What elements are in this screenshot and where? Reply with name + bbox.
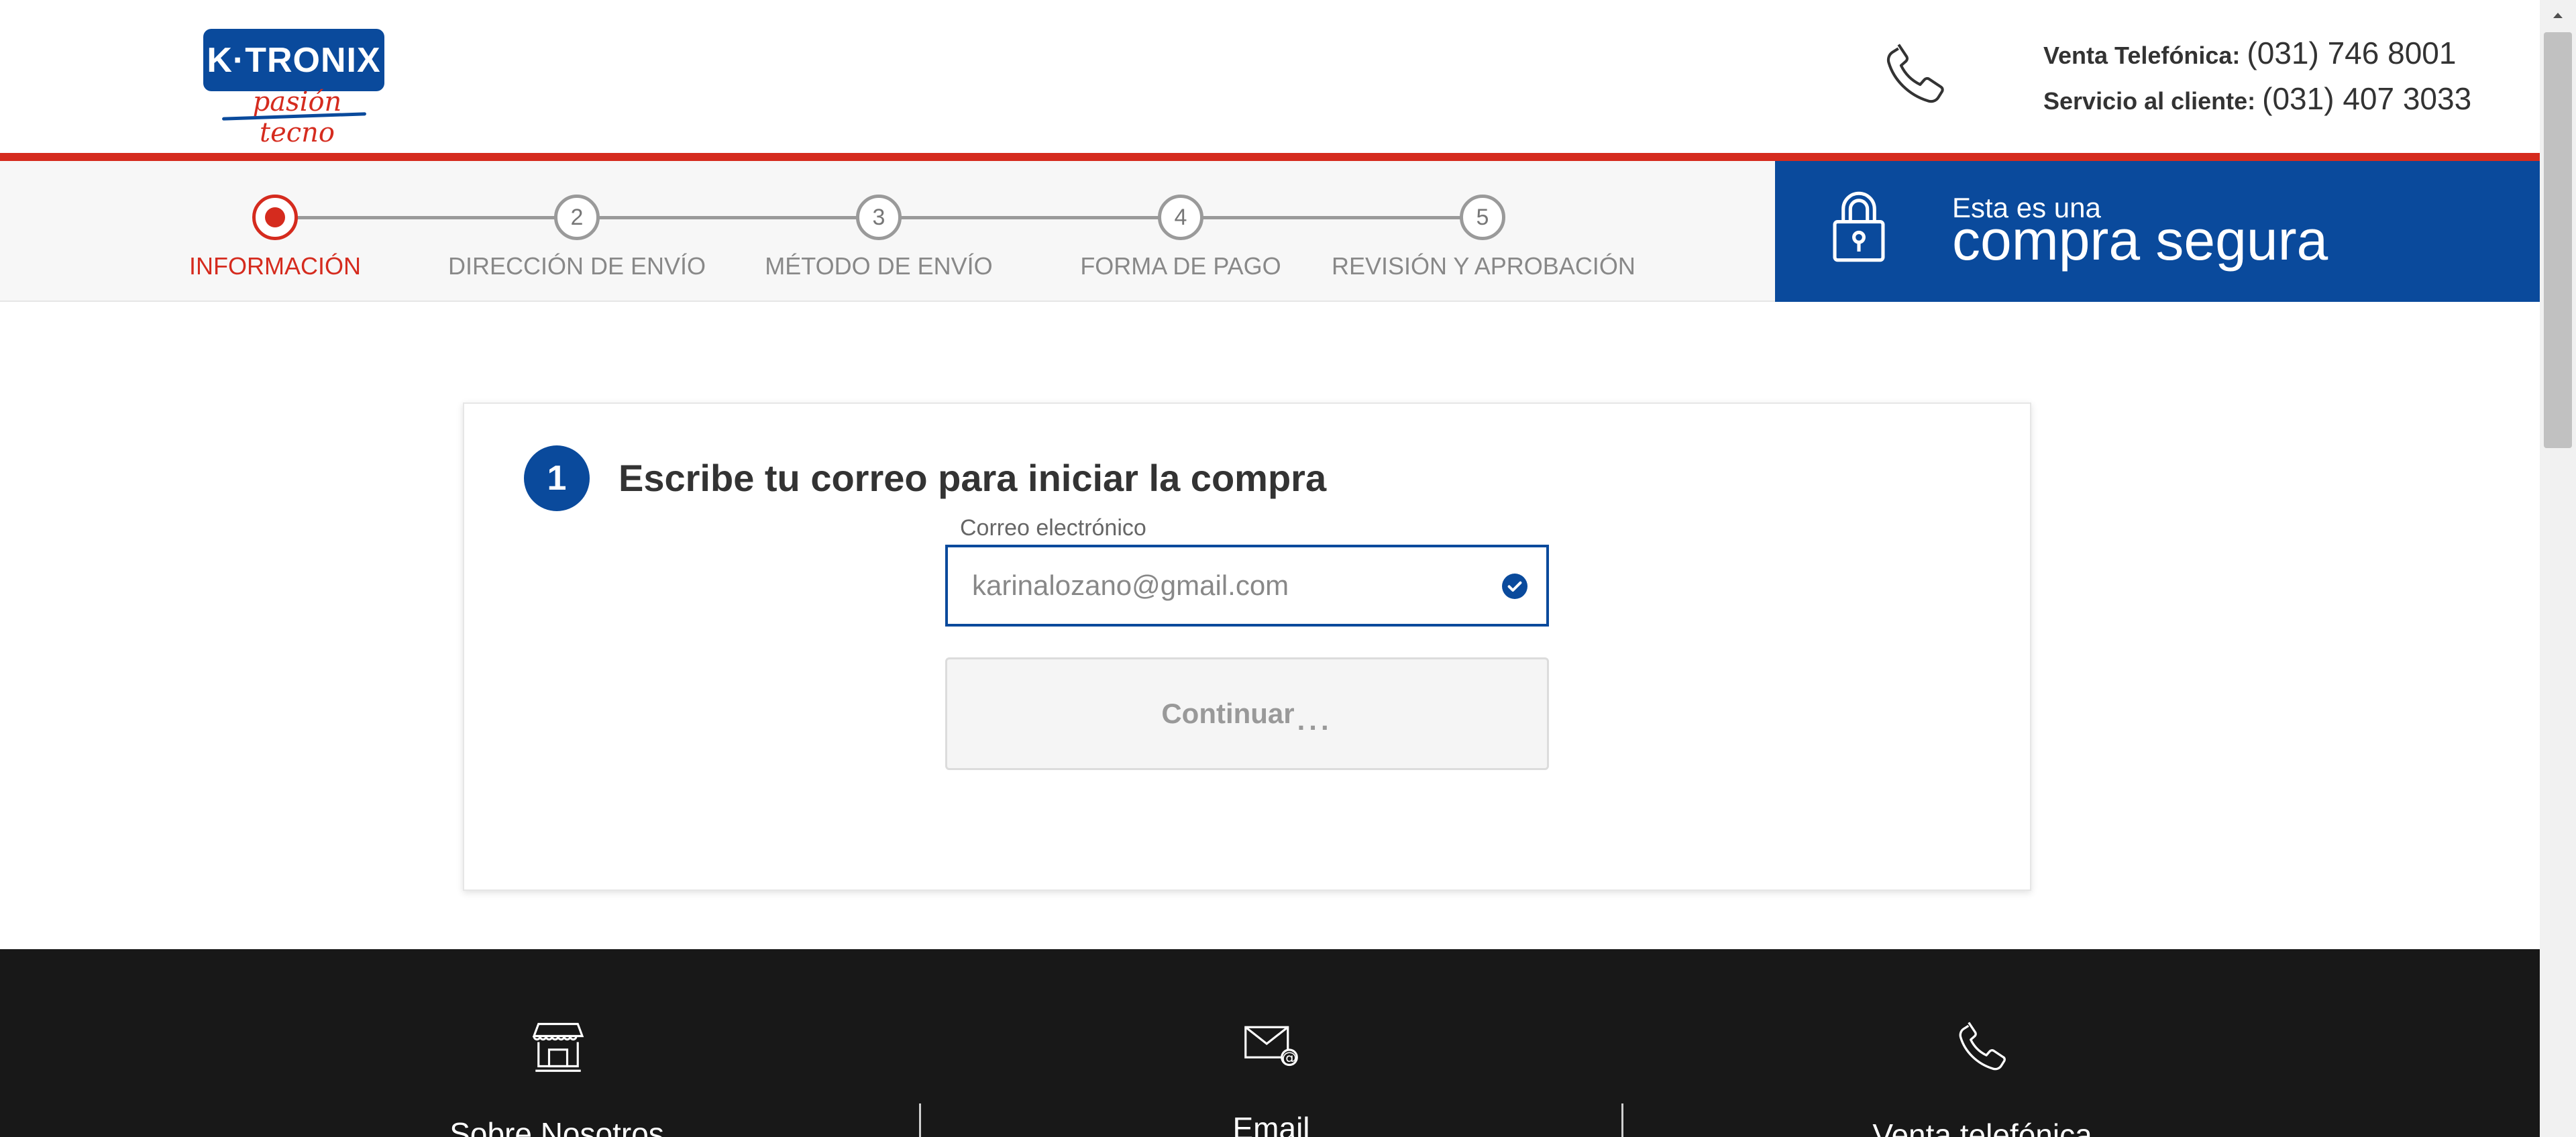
phone-icon[interactable] bbox=[1952, 1016, 2012, 1077]
email-field[interactable] bbox=[945, 545, 1549, 627]
step-label: REVISIÓN Y APROBACIÓN bbox=[1332, 252, 1635, 280]
sales-phone: Venta Telefónica: (031) 746 8001 bbox=[2043, 35, 2513, 80]
email-icon[interactable]: @ bbox=[1241, 1014, 1301, 1074]
lock-icon bbox=[1833, 191, 1885, 262]
step-number: 4 bbox=[1158, 195, 1203, 240]
step-label: MÉTODO DE ENVÍO bbox=[765, 252, 993, 280]
site-footer: Sobre Nosotros @ Email Venta telefónica bbox=[0, 949, 2540, 1137]
step-pago[interactable]: 4 FORMA DE PAGO bbox=[1030, 195, 1332, 280]
service-phone-label: Servicio al cliente: bbox=[2043, 87, 2256, 115]
scrollbar-thumb[interactable] bbox=[2544, 32, 2572, 448]
step-number: 3 bbox=[856, 195, 902, 240]
step-revision[interactable]: 5 REVISIÓN Y APROBACIÓN bbox=[1332, 195, 1635, 280]
email-card: 1 Escribe tu correo para iniciar la comp… bbox=[463, 402, 2031, 891]
secure-purchase-banner: Esta es una compra segura bbox=[1775, 161, 2540, 302]
loading-dots: ... bbox=[1297, 704, 1333, 736]
email-label: Correo electrónico bbox=[960, 515, 1146, 541]
active-dot-icon bbox=[265, 207, 285, 227]
page-scrollbar[interactable] bbox=[2540, 0, 2576, 1137]
store-icon[interactable] bbox=[528, 1015, 588, 1075]
checkout-progress: INFORMACIÓN 2 DIRECCIÓN DE ENVÍO 3 MÉTOD… bbox=[0, 161, 1775, 302]
continue-label: Continuar bbox=[1161, 698, 1295, 729]
step-label: DIRECCIÓN DE ENVÍO bbox=[447, 252, 706, 280]
form-title: Escribe tu correo para iniciar la compra bbox=[619, 457, 1327, 499]
step-metodo[interactable]: 3 MÉTODO DE ENVÍO bbox=[728, 195, 1030, 280]
step-number: 5 bbox=[1460, 195, 1505, 240]
footer-divider bbox=[919, 1103, 921, 1137]
service-phone: Servicio al cliente: (031) 407 3033 bbox=[2043, 80, 2513, 126]
check-circle-icon bbox=[1502, 574, 1527, 599]
sales-phone-number[interactable]: (031) 746 8001 bbox=[2247, 35, 2456, 71]
secure-title: compra segura bbox=[1952, 209, 2328, 272]
continue-button[interactable]: Continuar... bbox=[945, 657, 1549, 770]
form-step-badge: 1 bbox=[524, 445, 590, 511]
header-divider bbox=[0, 153, 2540, 161]
service-phone-number[interactable]: (031) 407 3033 bbox=[2262, 80, 2471, 117]
step-direccion[interactable]: 2 DIRECCIÓN DE ENVÍO bbox=[426, 195, 728, 280]
footer-email[interactable]: Email bbox=[1137, 1110, 1405, 1137]
step-number: 2 bbox=[554, 195, 600, 240]
sales-phone-label: Venta Telefónica: bbox=[2043, 42, 2241, 69]
step-label: FORMA DE PAGO bbox=[1080, 252, 1281, 280]
ktronix-logo[interactable]: K·TRONIX pasión tecno bbox=[203, 29, 384, 148]
logo-wordmark: K·TRONIX bbox=[203, 29, 384, 91]
scroll-up-arrow-icon[interactable] bbox=[2540, 0, 2576, 30]
contact-info: Venta Telefónica: (031) 746 8001 Servici… bbox=[2043, 35, 2513, 126]
step-label: INFORMACIÓN bbox=[189, 252, 361, 280]
footer-phone-sales[interactable]: Venta telefónica bbox=[1848, 1117, 2116, 1137]
phone-icon bbox=[1886, 44, 1944, 103]
site-header: K·TRONIX pasión tecno Venta Telefónica: … bbox=[0, 0, 2540, 153]
footer-about[interactable]: Sobre Nosotros bbox=[423, 1116, 691, 1137]
svg-text:@: @ bbox=[1282, 1049, 1297, 1067]
footer-divider bbox=[1621, 1103, 1623, 1137]
step-informacion[interactable]: INFORMACIÓN bbox=[124, 195, 426, 280]
step-indicator-active bbox=[252, 195, 298, 240]
